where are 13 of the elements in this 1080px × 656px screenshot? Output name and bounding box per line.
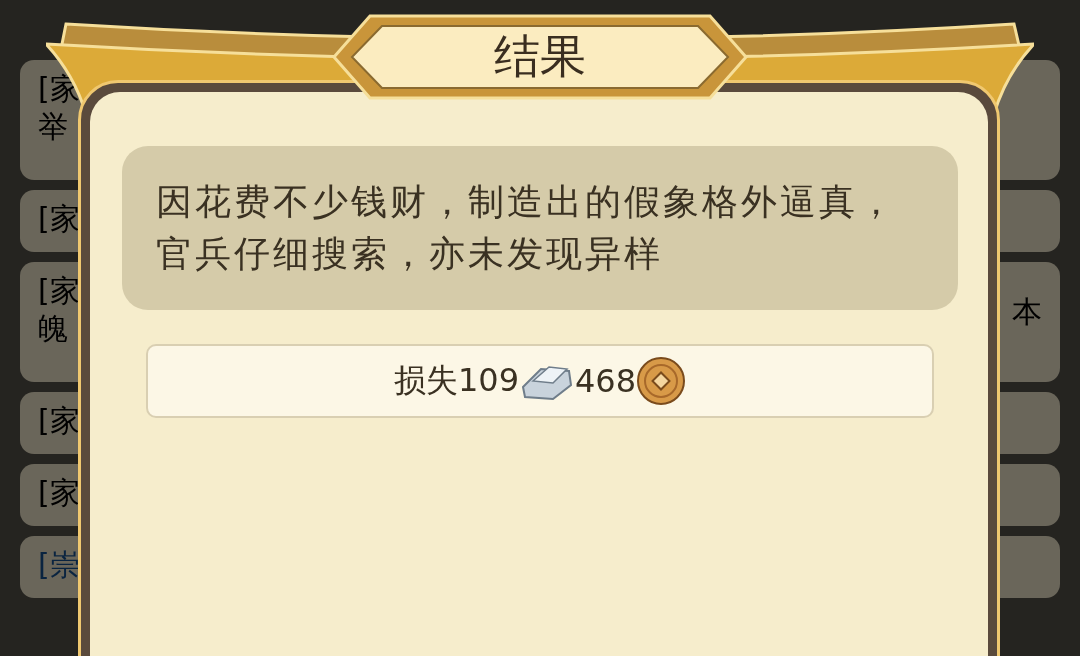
list-text: 举 [38,108,69,146]
result-message: 因花费不少钱财，制造出的假象格外逼真，官兵仔细搜索，亦未发现异样 [122,146,958,310]
dialog-title: 结果 [494,28,586,85]
list-link-text[interactable]: [崇 [38,546,80,584]
list-text: 本 [1012,293,1042,331]
loss-text: 损失109 [393,360,519,401]
copper-coin-icon [636,356,687,406]
list-text: [家 [38,272,80,310]
list-text: [家 [38,402,80,440]
copper-amount: 468 [575,362,637,400]
list-text: [家 [38,474,80,512]
list-text: 魄 [38,310,69,348]
list-text: [家 [38,200,80,238]
